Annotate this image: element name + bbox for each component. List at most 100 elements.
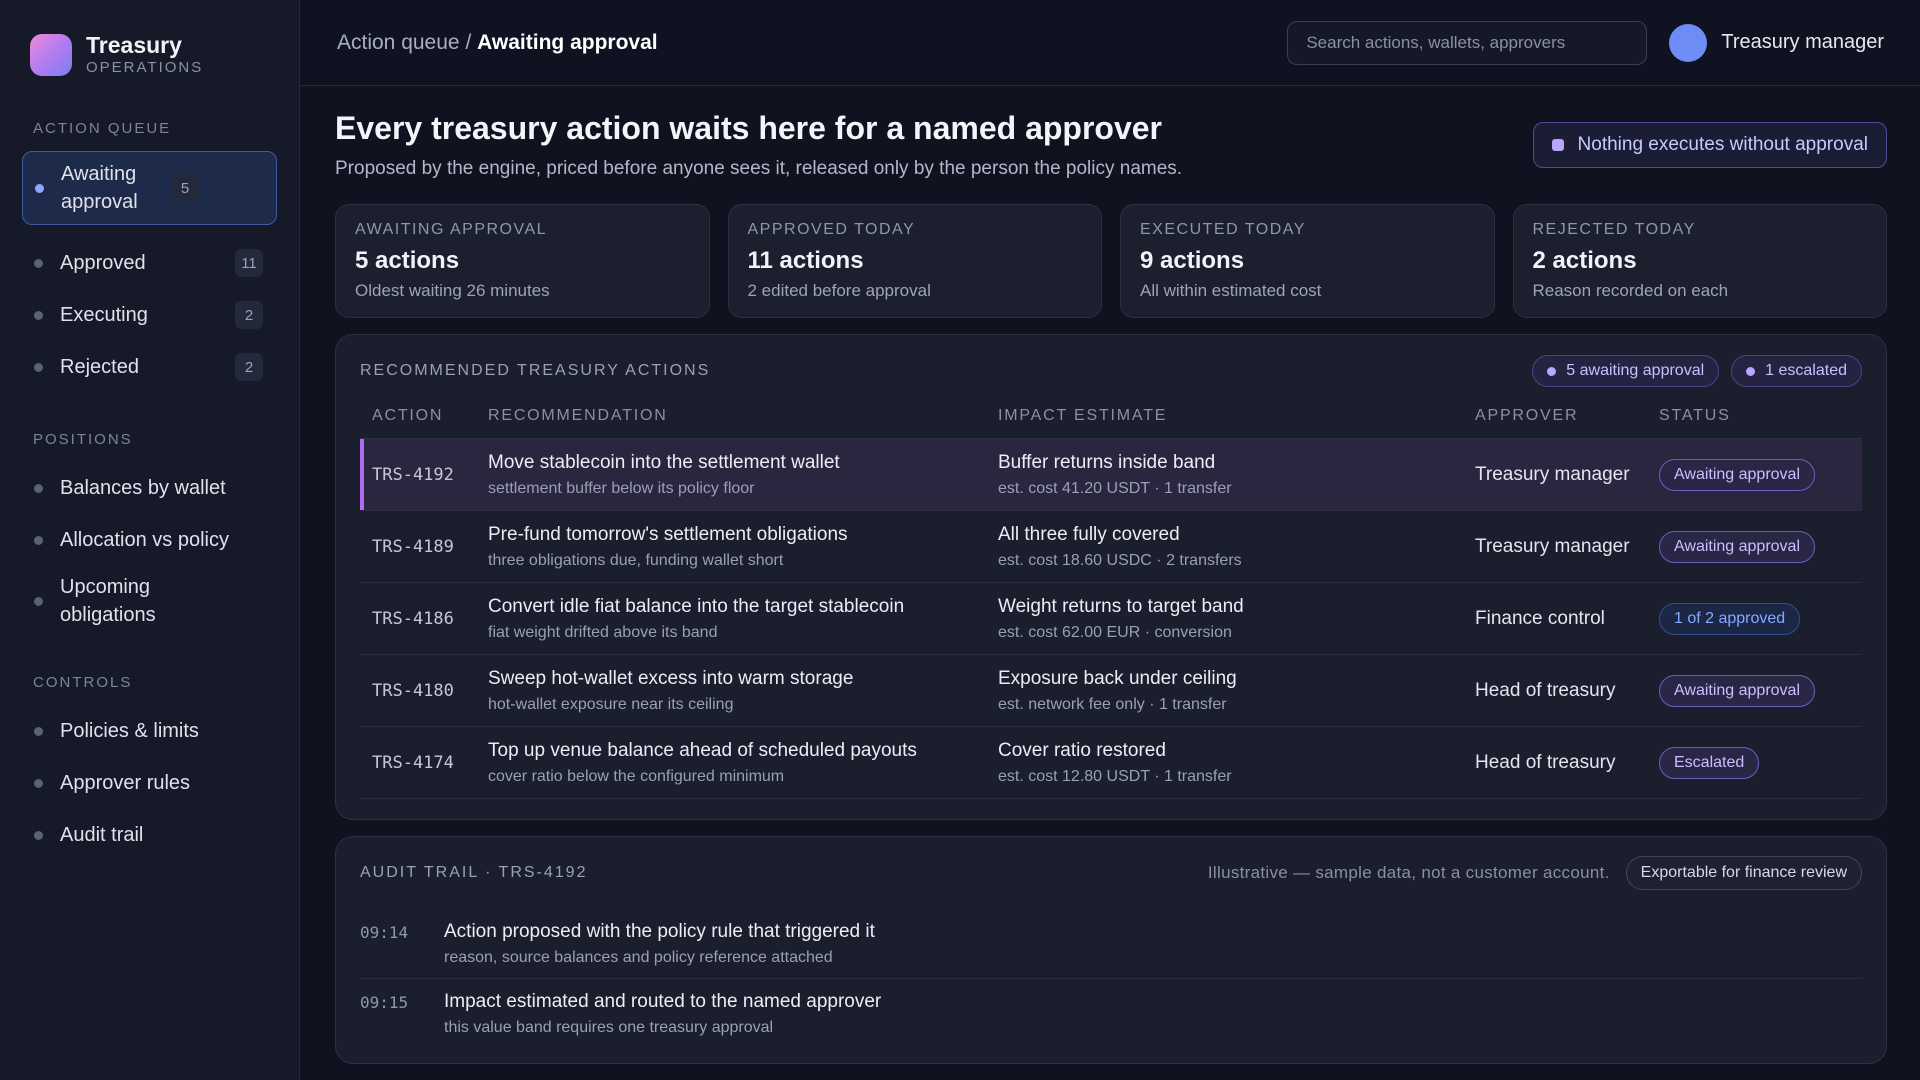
sidebar-item-label: Upcoming obligations <box>60 576 156 626</box>
panel-header: RECOMMENDED TREASURY ACTIONS 5 awaiting … <box>360 335 1862 407</box>
nav-group-controls: CONTROLS Policies & limits Approver rule… <box>22 674 277 861</box>
audit-entry-detail: reason, source balances and policy refer… <box>444 949 833 966</box>
recommendation-reason: hot-wallet exposure near its ceiling <box>488 695 734 713</box>
panel-title: RECOMMENDED TREASURY ACTIONS <box>360 362 711 379</box>
audit-entry-text: Action proposed with the policy rule tha… <box>444 921 875 942</box>
nav-heading: ACTION QUEUE <box>33 120 172 137</box>
status-cell: Escalated <box>1659 746 1862 779</box>
table-row[interactable]: TRS-4180 Sweep hot-wallet excess into wa… <box>360 655 1862 727</box>
nav-dot-icon <box>34 310 43 320</box>
nav-group-action-queue: ACTION QUEUE Awaiting approval 5 Approve… <box>22 120 277 393</box>
recommendation-reason: fiat weight drifted above its band <box>488 623 718 641</box>
audit-title: AUDIT TRAIL · TRS-4192 <box>360 864 588 881</box>
nav-dot-icon <box>34 483 43 493</box>
status-badge[interactable]: Awaiting approval <box>1659 674 1816 707</box>
sidebar: Treasury OPERATIONS ACTION QUEUE Awaitin… <box>0 0 300 1080</box>
recommendation-cell: Convert idle fiat balance into the targe… <box>488 596 998 642</box>
nav-count-badge: 2 <box>235 353 263 381</box>
status-badge[interactable]: 1 of 2 approved <box>1659 602 1801 635</box>
approver-name: Treasury manager <box>1475 463 1630 485</box>
breadcrumb-parent-link[interactable]: Action queue <box>337 31 460 54</box>
breadcrumb-separator: / <box>459 30 478 54</box>
stat-card-awaiting[interactable]: AWAITING APPROVAL 5 actions Oldest waiti… <box>335 204 710 318</box>
audit-entry: 09:14 Action proposed with the policy ru… <box>360 909 1862 979</box>
recommendation-cell: Sweep hot-wallet excess into warm storag… <box>488 668 998 714</box>
table-row[interactable]: TRS-4192 Move stablecoin into the settle… <box>360 439 1862 511</box>
sidebar-item-balances-by-wallet[interactable]: Balances by wallet <box>22 462 277 514</box>
sidebar-item-label: Rejected <box>60 356 139 378</box>
audit-trail-panel: AUDIT TRAIL · TRS-4192 Illustrative — sa… <box>335 836 1887 1064</box>
nav-dot-icon <box>34 830 43 840</box>
impact-text: Exposure back under ceiling <box>998 667 1237 689</box>
sidebar-item-rejected[interactable]: Rejected 2 <box>22 341 277 393</box>
nav-count-badge: 5 <box>171 174 199 202</box>
stat-note: Reason recorded on each <box>1532 281 1729 300</box>
column-header-status[interactable]: STATUS <box>1659 407 1862 425</box>
status-badge[interactable]: Escalated <box>1659 746 1760 779</box>
brand-subtitle: OPERATIONS <box>86 59 204 76</box>
sidebar-item-audit-trail[interactable]: Audit trail <box>22 809 277 861</box>
chip-dot-icon <box>1746 366 1756 376</box>
table-row[interactable]: TRS-4186 Convert idle fiat balance into … <box>360 583 1862 655</box>
page-title: Every treasury action waits here for a n… <box>335 110 1162 146</box>
nav-dot-icon <box>34 535 43 545</box>
audit-entry-body: Impact estimated and routed to the named… <box>444 991 881 1037</box>
status-cell: Awaiting approval <box>1659 674 1862 707</box>
sidebar-item-policies-limits[interactable]: Policies & limits <box>22 705 277 757</box>
audit-header: AUDIT TRAIL · TRS-4192 Illustrative — sa… <box>360 837 1862 909</box>
avatar[interactable] <box>1669 23 1708 62</box>
stat-label: APPROVED TODAY <box>747 221 916 238</box>
search-input[interactable] <box>1287 20 1648 65</box>
sidebar-item-upcoming-obligations[interactable]: Upcoming obligations <box>22 566 277 636</box>
user-name[interactable]: Treasury manager <box>1721 31 1884 54</box>
audit-entry-detail: this value band requires one treasury ap… <box>444 1019 774 1036</box>
recommendation-text: Top up venue balance ahead of scheduled … <box>488 739 917 761</box>
brand-name: Treasury <box>86 32 182 58</box>
status-cell: Awaiting approval <box>1659 530 1862 563</box>
page-subtitle: Proposed by the engine, priced before an… <box>335 158 1183 179</box>
chip-dot-icon <box>1547 366 1557 376</box>
policy-dot-icon <box>1551 139 1564 151</box>
audit-entry-body: Action proposed with the policy rule tha… <box>444 921 875 966</box>
sidebar-item-allocation-vs-policy[interactable]: Allocation vs policy <box>22 514 277 566</box>
stat-value: 5 actions <box>355 247 460 274</box>
status-cell: Awaiting approval <box>1659 458 1862 491</box>
action-id: TRS-4189 <box>372 536 454 557</box>
sidebar-item-label: Policies & limits <box>60 720 199 742</box>
stat-card-rejected[interactable]: REJECTED TODAY 2 actions Reason recorded… <box>1512 204 1887 318</box>
table-row[interactable]: TRS-4174 Top up venue balance ahead of s… <box>360 727 1862 799</box>
impact-cost: est. cost 18.60 USDC · 2 transfers <box>998 551 1242 569</box>
stats-row: AWAITING APPROVAL 5 actions Oldest waiti… <box>335 204 1887 318</box>
column-header-impact[interactable]: IMPACT ESTIMATE <box>998 407 1475 425</box>
impact-cost: est. cost 12.80 USDT · 1 transfer <box>998 767 1232 785</box>
action-id: TRS-4186 <box>372 608 454 629</box>
table-row[interactable]: TRS-4189 Pre-fund tomorrow's settlement … <box>360 511 1862 583</box>
recommendation-cell: Top up venue balance ahead of scheduled … <box>488 740 998 786</box>
impact-text: All three fully covered <box>998 523 1180 545</box>
status-badge[interactable]: Awaiting approval <box>1659 458 1816 491</box>
awaiting-chip[interactable]: 5 awaiting approval <box>1532 355 1720 387</box>
stat-card-executed[interactable]: EXECUTED TODAY 9 actions All within esti… <box>1120 204 1495 318</box>
sidebar-item-approver-rules[interactable]: Approver rules <box>22 757 277 809</box>
policy-badge: Nothing executes without approval <box>1532 122 1887 168</box>
recommendation-cell: Move stablecoin into the settlement wall… <box>488 452 998 498</box>
status-cell: 1 of 2 approved <box>1659 602 1862 635</box>
sidebar-item-executing[interactable]: Executing 2 <box>22 289 277 341</box>
column-header-recommendation[interactable]: RECOMMENDATION <box>488 407 998 425</box>
impact-cost: est. network fee only · 1 transfer <box>998 695 1227 713</box>
recommendation-text: Move stablecoin into the settlement wall… <box>488 451 840 473</box>
nav-heading: POSITIONS <box>33 431 133 448</box>
audit-entry-text: Impact estimated and routed to the named… <box>444 991 882 1012</box>
approver-name: Finance control <box>1475 607 1605 629</box>
recommendation-text: Sweep hot-wallet excess into warm storag… <box>488 667 854 689</box>
column-header-approver[interactable]: APPROVER <box>1475 407 1659 425</box>
page-header: Every treasury action waits here for a n… <box>335 86 1887 196</box>
export-button[interactable]: Exportable for finance review <box>1625 856 1862 890</box>
sidebar-item-awaiting-approval[interactable]: Awaiting approval 5 <box>22 151 277 225</box>
escalated-chip[interactable]: 1 escalated <box>1731 355 1862 387</box>
impact-cell: All three fully covered est. cost 18.60 … <box>998 524 1475 570</box>
stat-card-approved[interactable]: APPROVED TODAY 11 actions 2 edited befor… <box>727 204 1102 318</box>
status-badge[interactable]: Awaiting approval <box>1659 530 1816 563</box>
column-header-action[interactable]: ACTION <box>360 407 488 425</box>
sidebar-item-approved[interactable]: Approved 11 <box>22 237 277 289</box>
